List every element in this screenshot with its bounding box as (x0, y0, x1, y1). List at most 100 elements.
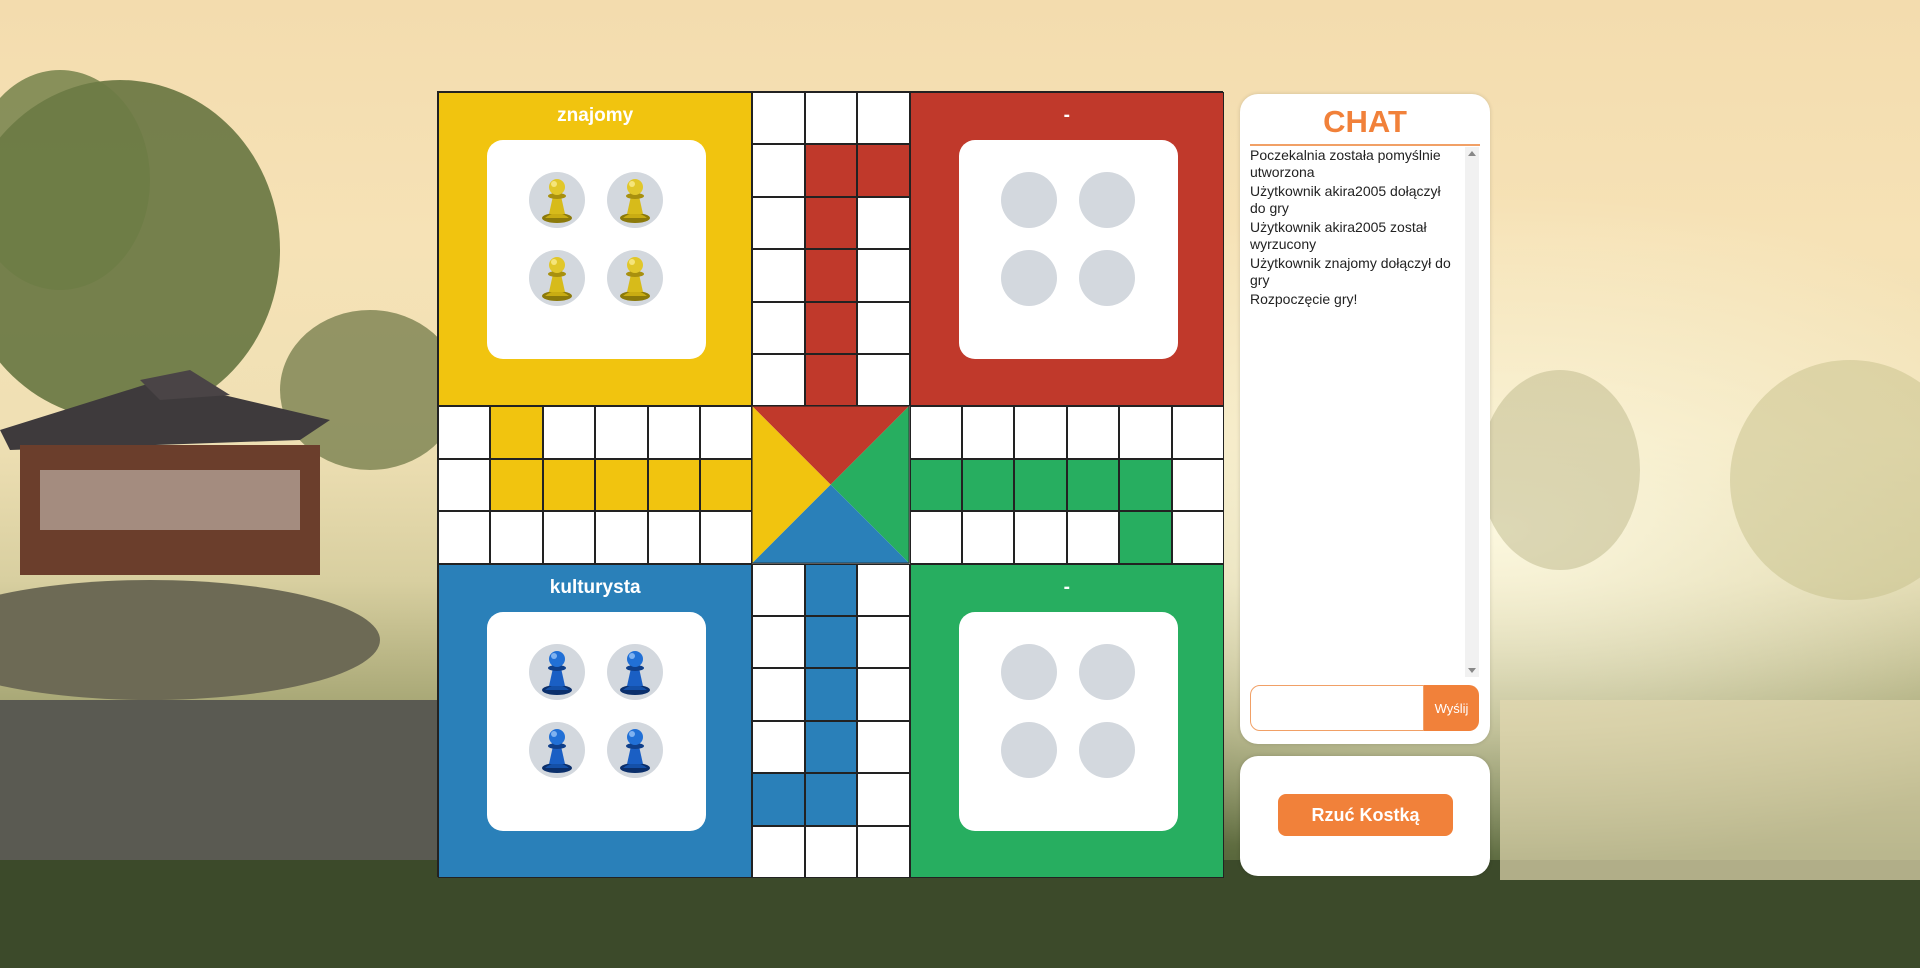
track-cell[interactable] (700, 458, 753, 512)
track-cell[interactable] (752, 144, 805, 197)
track-cell[interactable] (857, 301, 910, 354)
pawn-slot[interactable] (1000, 250, 1057, 306)
track-cell[interactable] (1066, 458, 1120, 512)
track-cell[interactable] (647, 511, 700, 564)
yellow-pawn-icon (542, 179, 572, 223)
roll-dice-button[interactable]: Rzuć Kostką (1278, 794, 1453, 836)
track-cell[interactable] (909, 511, 962, 564)
track-cell[interactable] (490, 458, 543, 512)
track-cell[interactable] (804, 720, 858, 774)
pawn-slot[interactable] (1078, 643, 1135, 700)
track-cell[interactable] (1066, 511, 1120, 564)
track-cell[interactable] (857, 196, 910, 250)
track-cell[interactable] (1119, 406, 1172, 459)
track-cell[interactable] (752, 616, 805, 669)
track-cell[interactable] (752, 563, 805, 616)
chat-log[interactable]: Poczekalnia została pomyślnie utworzona … (1250, 147, 1479, 677)
track-cell[interactable] (752, 301, 805, 354)
track-cell[interactable] (1066, 406, 1120, 459)
track-cell[interactable] (909, 458, 962, 512)
track-cell[interactable] (857, 249, 910, 302)
track-cell[interactable] (1014, 458, 1067, 512)
track-cell[interactable] (857, 668, 910, 721)
track-cell[interactable] (752, 720, 805, 774)
chat-scrollbar[interactable] (1465, 147, 1479, 677)
track-cell[interactable] (752, 196, 805, 250)
track-cell[interactable] (700, 511, 753, 564)
pawn-slot[interactable] (607, 643, 663, 700)
track-cell[interactable] (438, 406, 491, 459)
track-cell[interactable] (804, 301, 858, 354)
chat-message-input[interactable] (1250, 685, 1424, 731)
track-cell[interactable] (962, 511, 1015, 564)
track-cell[interactable] (804, 773, 858, 826)
home-blue-base (487, 611, 706, 831)
track-cell[interactable] (595, 458, 648, 512)
track-cell[interactable] (438, 511, 491, 564)
start-cell-red[interactable] (857, 144, 910, 197)
pawn-slot[interactable] (529, 250, 585, 306)
track-cell[interactable] (857, 720, 910, 774)
track-cell[interactable] (1014, 511, 1067, 564)
start-cell-green[interactable] (1119, 511, 1172, 564)
track-cell[interactable] (857, 773, 910, 826)
track-cell[interactable] (752, 354, 805, 407)
dice-panel: Rzuć Kostką (1240, 756, 1490, 876)
track-cell[interactable] (804, 616, 858, 669)
track-cell[interactable] (857, 354, 910, 407)
home-green: - (909, 563, 1224, 878)
track-cell[interactable] (542, 511, 596, 564)
track-cell[interactable] (857, 825, 910, 878)
start-cell-yellow[interactable] (490, 406, 543, 459)
track-cell[interactable] (962, 458, 1015, 512)
track-cell[interactable] (1014, 406, 1067, 459)
track-cell[interactable] (542, 406, 596, 459)
track-cell[interactable] (595, 511, 648, 564)
track-cell[interactable] (700, 406, 753, 459)
track-cell[interactable] (752, 825, 805, 878)
track-cell[interactable] (909, 406, 962, 459)
pawn-slot[interactable] (1000, 172, 1057, 228)
start-cell-blue[interactable] (752, 773, 805, 826)
pawn-slot[interactable] (607, 721, 663, 778)
track-cell[interactable] (804, 825, 858, 878)
send-message-button[interactable]: Wyślij (1424, 685, 1479, 731)
pawn-slot[interactable] (529, 172, 585, 228)
track-cell[interactable] (542, 458, 596, 512)
track-cell[interactable] (1119, 458, 1172, 512)
track-cell[interactable] (962, 406, 1015, 459)
pawn-slot[interactable] (607, 250, 663, 306)
track-cell[interactable] (752, 668, 805, 721)
track-cell[interactable] (752, 92, 805, 145)
pawn-slot[interactable] (1000, 643, 1057, 700)
pawn-slot[interactable] (1078, 250, 1135, 306)
track-cell[interactable] (857, 92, 910, 145)
track-cell[interactable] (1171, 406, 1224, 459)
track-cell[interactable] (857, 616, 910, 669)
pawn-slot[interactable] (1000, 721, 1057, 778)
track-cell[interactable] (804, 563, 858, 616)
track-cell[interactable] (804, 249, 858, 302)
pawn-slot[interactable] (529, 643, 585, 700)
track-cell[interactable] (647, 406, 700, 459)
track-cell[interactable] (804, 196, 858, 250)
pawn-slot[interactable] (607, 172, 663, 228)
track-cell[interactable] (490, 511, 543, 564)
track-cell[interactable] (804, 92, 858, 145)
track-cell[interactable] (1171, 511, 1224, 564)
track-cell[interactable] (438, 458, 491, 512)
track-cell[interactable] (804, 668, 858, 721)
track-cell[interactable] (647, 458, 700, 512)
pawn-slot[interactable] (529, 721, 585, 778)
home-yellow-base (487, 140, 706, 359)
track-cell[interactable] (752, 249, 805, 302)
pawn-slot[interactable] (1078, 721, 1135, 778)
track-cell[interactable] (1171, 458, 1224, 512)
track-cell[interactable] (595, 406, 648, 459)
scroll-down-arrow-icon[interactable] (1468, 668, 1476, 673)
track-cell[interactable] (804, 354, 858, 407)
track-cell[interactable] (804, 144, 858, 197)
scroll-up-arrow-icon[interactable] (1468, 151, 1476, 156)
pawn-slot[interactable] (1078, 172, 1135, 228)
track-cell[interactable] (857, 563, 910, 616)
